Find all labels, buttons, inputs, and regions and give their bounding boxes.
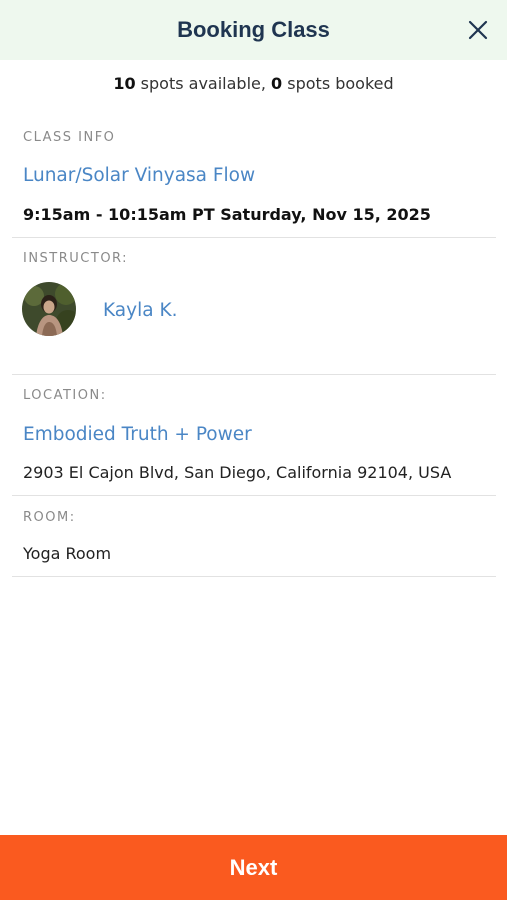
spots-booked-count: 0 [271, 74, 283, 93]
divider [12, 495, 496, 496]
divider [12, 576, 496, 577]
location-address: 2903 El Cajon Blvd, San Diego, Californi… [23, 463, 452, 482]
location-label: LOCATION: [23, 388, 107, 403]
header-bar: Booking Class [0, 0, 507, 60]
divider [12, 237, 496, 238]
spots-available-text: spots available, [135, 74, 272, 93]
instructor-name-link[interactable]: Kayla K. [103, 300, 177, 321]
next-button-label: Next [229, 854, 278, 880]
next-button[interactable]: Next [0, 835, 507, 900]
spots-summary: 10 spots available, 0 spots booked [0, 74, 507, 93]
close-button[interactable] [465, 17, 491, 43]
class-info-label: CLASS INFO [23, 130, 116, 145]
page-title: Booking Class [177, 17, 330, 42]
instructor-avatar[interactable] [22, 282, 76, 336]
location-name-link[interactable]: Embodied Truth + Power [23, 424, 252, 445]
class-name-link[interactable]: Lunar/Solar Vinyasa Flow [23, 165, 255, 186]
class-datetime: 9:15am - 10:15am PT Saturday, Nov 15, 20… [23, 205, 431, 224]
spots-available-count: 10 [113, 74, 136, 93]
spots-booked-text: spots booked [282, 74, 394, 93]
room-name: Yoga Room [23, 544, 112, 563]
instructor-label: INSTRUCTOR: [23, 251, 129, 266]
room-label: ROOM: [23, 510, 76, 525]
divider [12, 374, 496, 375]
close-icon [465, 17, 491, 43]
